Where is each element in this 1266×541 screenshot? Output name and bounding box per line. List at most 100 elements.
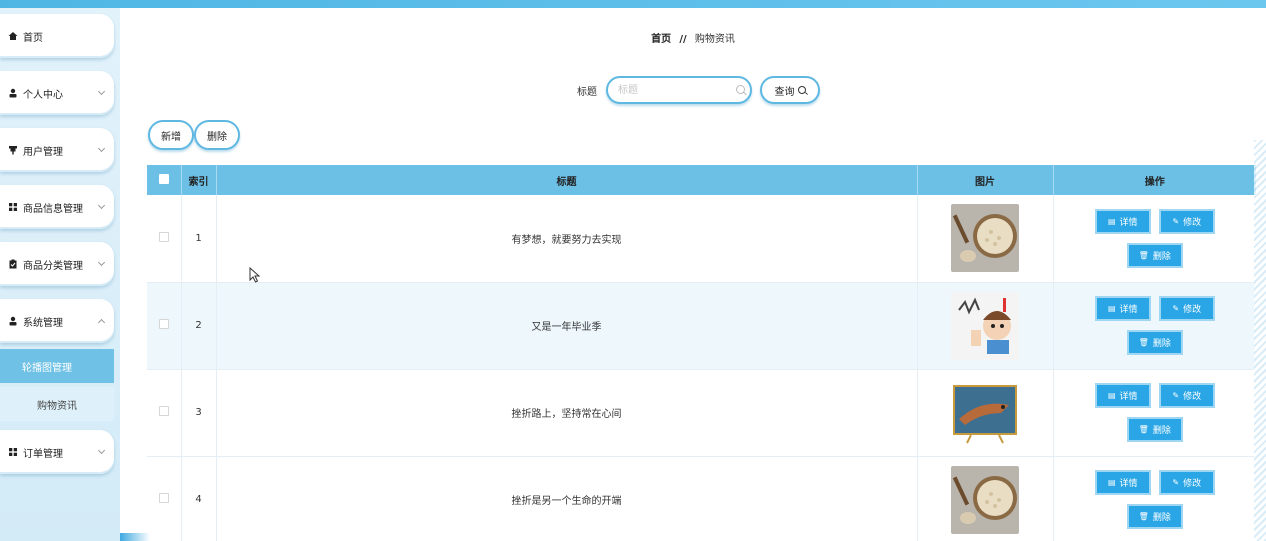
edit-button[interactable]: ✎ 修改	[1158, 470, 1215, 495]
detail-label: 详情	[1119, 217, 1138, 228]
person-icon	[8, 88, 18, 98]
sidebar-item-label: 商品分类管理	[23, 260, 83, 272]
delete-label: 删除	[1152, 426, 1171, 436]
row-title: 挫折是另一个生命的开端	[216, 456, 918, 541]
sidebar-item-product-info[interactable]: 商品信息管理	[0, 185, 114, 229]
detail-button[interactable]: ▤ 详情	[1094, 296, 1151, 321]
sidebar-item-label: 商品信息管理	[23, 203, 83, 215]
chevron-down-icon	[97, 258, 106, 267]
document-icon: ▤	[1107, 478, 1116, 487]
document-icon: ▤	[1107, 391, 1116, 400]
sidebar-item-label: 用户管理	[23, 146, 63, 158]
sidebar: 首页 个人中心 用户管理 商品信息管理 商品分类管理 系统管理 轮播图管理 购物…	[0, 8, 120, 541]
delete-label: 删除	[1152, 513, 1171, 523]
sidebar-item-label: 订单管理	[23, 448, 63, 460]
mouse-cursor-icon	[249, 267, 261, 283]
select-all-checkbox[interactable]	[158, 173, 169, 184]
delete-button[interactable]: 🗑 删除	[1126, 330, 1183, 355]
batch-delete-button[interactable]: 删除	[194, 120, 240, 150]
row-title: 挫折路上，坚持常在心间	[216, 369, 918, 457]
top-bar	[0, 0, 1266, 8]
delete-label: 删除	[1152, 339, 1171, 349]
sidebar-item-personal-center[interactable]: 个人中心	[0, 71, 114, 115]
select-all-cell	[147, 165, 182, 195]
row-index: 3	[181, 369, 217, 457]
trash-icon: 🗑	[1138, 250, 1149, 260]
add-button[interactable]: 新增	[148, 120, 194, 150]
sidebar-item-label: 首页	[23, 32, 43, 44]
table-row: 4 挫折是另一个生命的开端 ▤ 详情 ✎ 修改 🗑 删除	[147, 456, 1256, 541]
sidebar-item-home[interactable]: 首页	[0, 14, 114, 58]
news-table: 索引 标题 图片 操作 1 有梦想，就要努力去实现 ▤ 详情 ✎ 修改 🗑 删除…	[147, 165, 1256, 541]
sidebar-item-user-management[interactable]: 用户管理	[0, 128, 114, 172]
table-header-row: 索引 标题 图片 操作	[147, 165, 1256, 195]
row-checkbox[interactable]	[158, 406, 169, 416]
sidebar-item-product-category[interactable]: 商品分类管理	[0, 242, 114, 286]
delete-button[interactable]: 🗑 删除	[1126, 504, 1183, 529]
pencil-icon: ✎	[1172, 216, 1180, 226]
row-title: 有梦想，就要努力去实现	[216, 195, 918, 283]
oats-bowl-image	[951, 465, 1019, 534]
person-icon	[8, 316, 18, 326]
detail-button[interactable]: ▤ 详情	[1094, 470, 1151, 495]
breadcrumb-current: 购物资讯	[694, 34, 735, 45]
edit-button[interactable]: ✎ 修改	[1158, 208, 1215, 234]
fish-tv-image	[951, 378, 1019, 447]
pencil-icon: ✎	[1172, 391, 1180, 400]
row-index: 2	[181, 282, 217, 370]
submenu-carousel-management[interactable]: 轮播图管理	[0, 349, 114, 383]
sidebar-item-system-management[interactable]: 系统管理	[0, 299, 114, 343]
document-icon: ▤	[1107, 304, 1116, 313]
grid-icon	[8, 447, 18, 457]
home-icon	[8, 31, 18, 41]
detail-button[interactable]: ▤ 详情	[1094, 383, 1151, 408]
sidebar-item-order-management[interactable]: 订单管理	[0, 430, 114, 474]
row-checkbox[interactable]	[158, 231, 169, 242]
chevron-down-icon	[97, 201, 106, 210]
chevron-up-icon	[97, 318, 106, 327]
row-index: 4	[181, 456, 217, 541]
row-title: 又是一年毕业季	[216, 282, 918, 370]
header-index: 索引	[181, 165, 217, 195]
row-checkbox[interactable]	[158, 319, 169, 329]
table-row: 1 有梦想，就要努力去实现 ▤ 详情 ✎ 修改 🗑 删除	[147, 195, 1256, 283]
row-index: 1	[181, 195, 217, 283]
edit-label: 修改	[1183, 392, 1202, 402]
chevron-down-icon	[97, 144, 106, 153]
sidebar-item-label: 系统管理	[23, 317, 63, 329]
edit-label: 修改	[1183, 217, 1202, 228]
submenu-shopping-news[interactable]: 购物资讯	[0, 387, 114, 421]
edit-label: 修改	[1183, 305, 1202, 315]
sidebar-item-label: 个人中心	[23, 89, 63, 101]
table-row: 3 挫折路上，坚持常在心间 ▤ 详情 ✎ 修改 🗑 删除	[147, 369, 1256, 457]
delete-button[interactable]: 🗑 删除	[1126, 417, 1183, 442]
delete-button[interactable]: 🗑 删除	[1126, 242, 1183, 268]
breadcrumb: 首页 // 购物资讯	[120, 30, 1266, 45]
search-label: 标题	[577, 87, 597, 98]
detail-button[interactable]: ▤ 详情	[1094, 208, 1151, 234]
query-button-label: 查询	[774, 86, 795, 98]
search-icon	[797, 86, 806, 94]
grid-icon	[8, 202, 18, 212]
header-actions: 操作	[1144, 176, 1165, 188]
breadcrumb-home[interactable]: 首页	[651, 34, 671, 45]
edit-label: 修改	[1183, 479, 1202, 489]
detail-label: 详情	[1119, 392, 1138, 402]
decorative-accent	[120, 533, 150, 541]
table-row: 2 又是一年毕业季 ▤ 详情 ✎ 修改 🗑 删除	[147, 282, 1256, 370]
detail-label: 详情	[1119, 305, 1138, 315]
decorative-stripes	[1254, 140, 1266, 541]
edit-button[interactable]: ✎ 修改	[1158, 296, 1215, 321]
search-input[interactable]	[606, 76, 752, 104]
detail-label: 详情	[1119, 479, 1138, 489]
trash-icon: 🗑	[1138, 338, 1149, 347]
trash-icon: 🗑	[1138, 425, 1149, 434]
edit-button[interactable]: ✎ 修改	[1158, 383, 1215, 408]
main-content: 首页 // 购物资讯 标题 查询 新增 删除 索引 标题 图片 操作	[120, 8, 1266, 541]
delete-label: 删除	[1152, 251, 1171, 262]
row-checkbox[interactable]	[158, 493, 169, 503]
pencil-icon: ✎	[1172, 304, 1180, 313]
search-icon	[736, 85, 745, 94]
trash-icon: 🗑	[1138, 512, 1149, 521]
query-button[interactable]: 查询	[760, 76, 820, 104]
